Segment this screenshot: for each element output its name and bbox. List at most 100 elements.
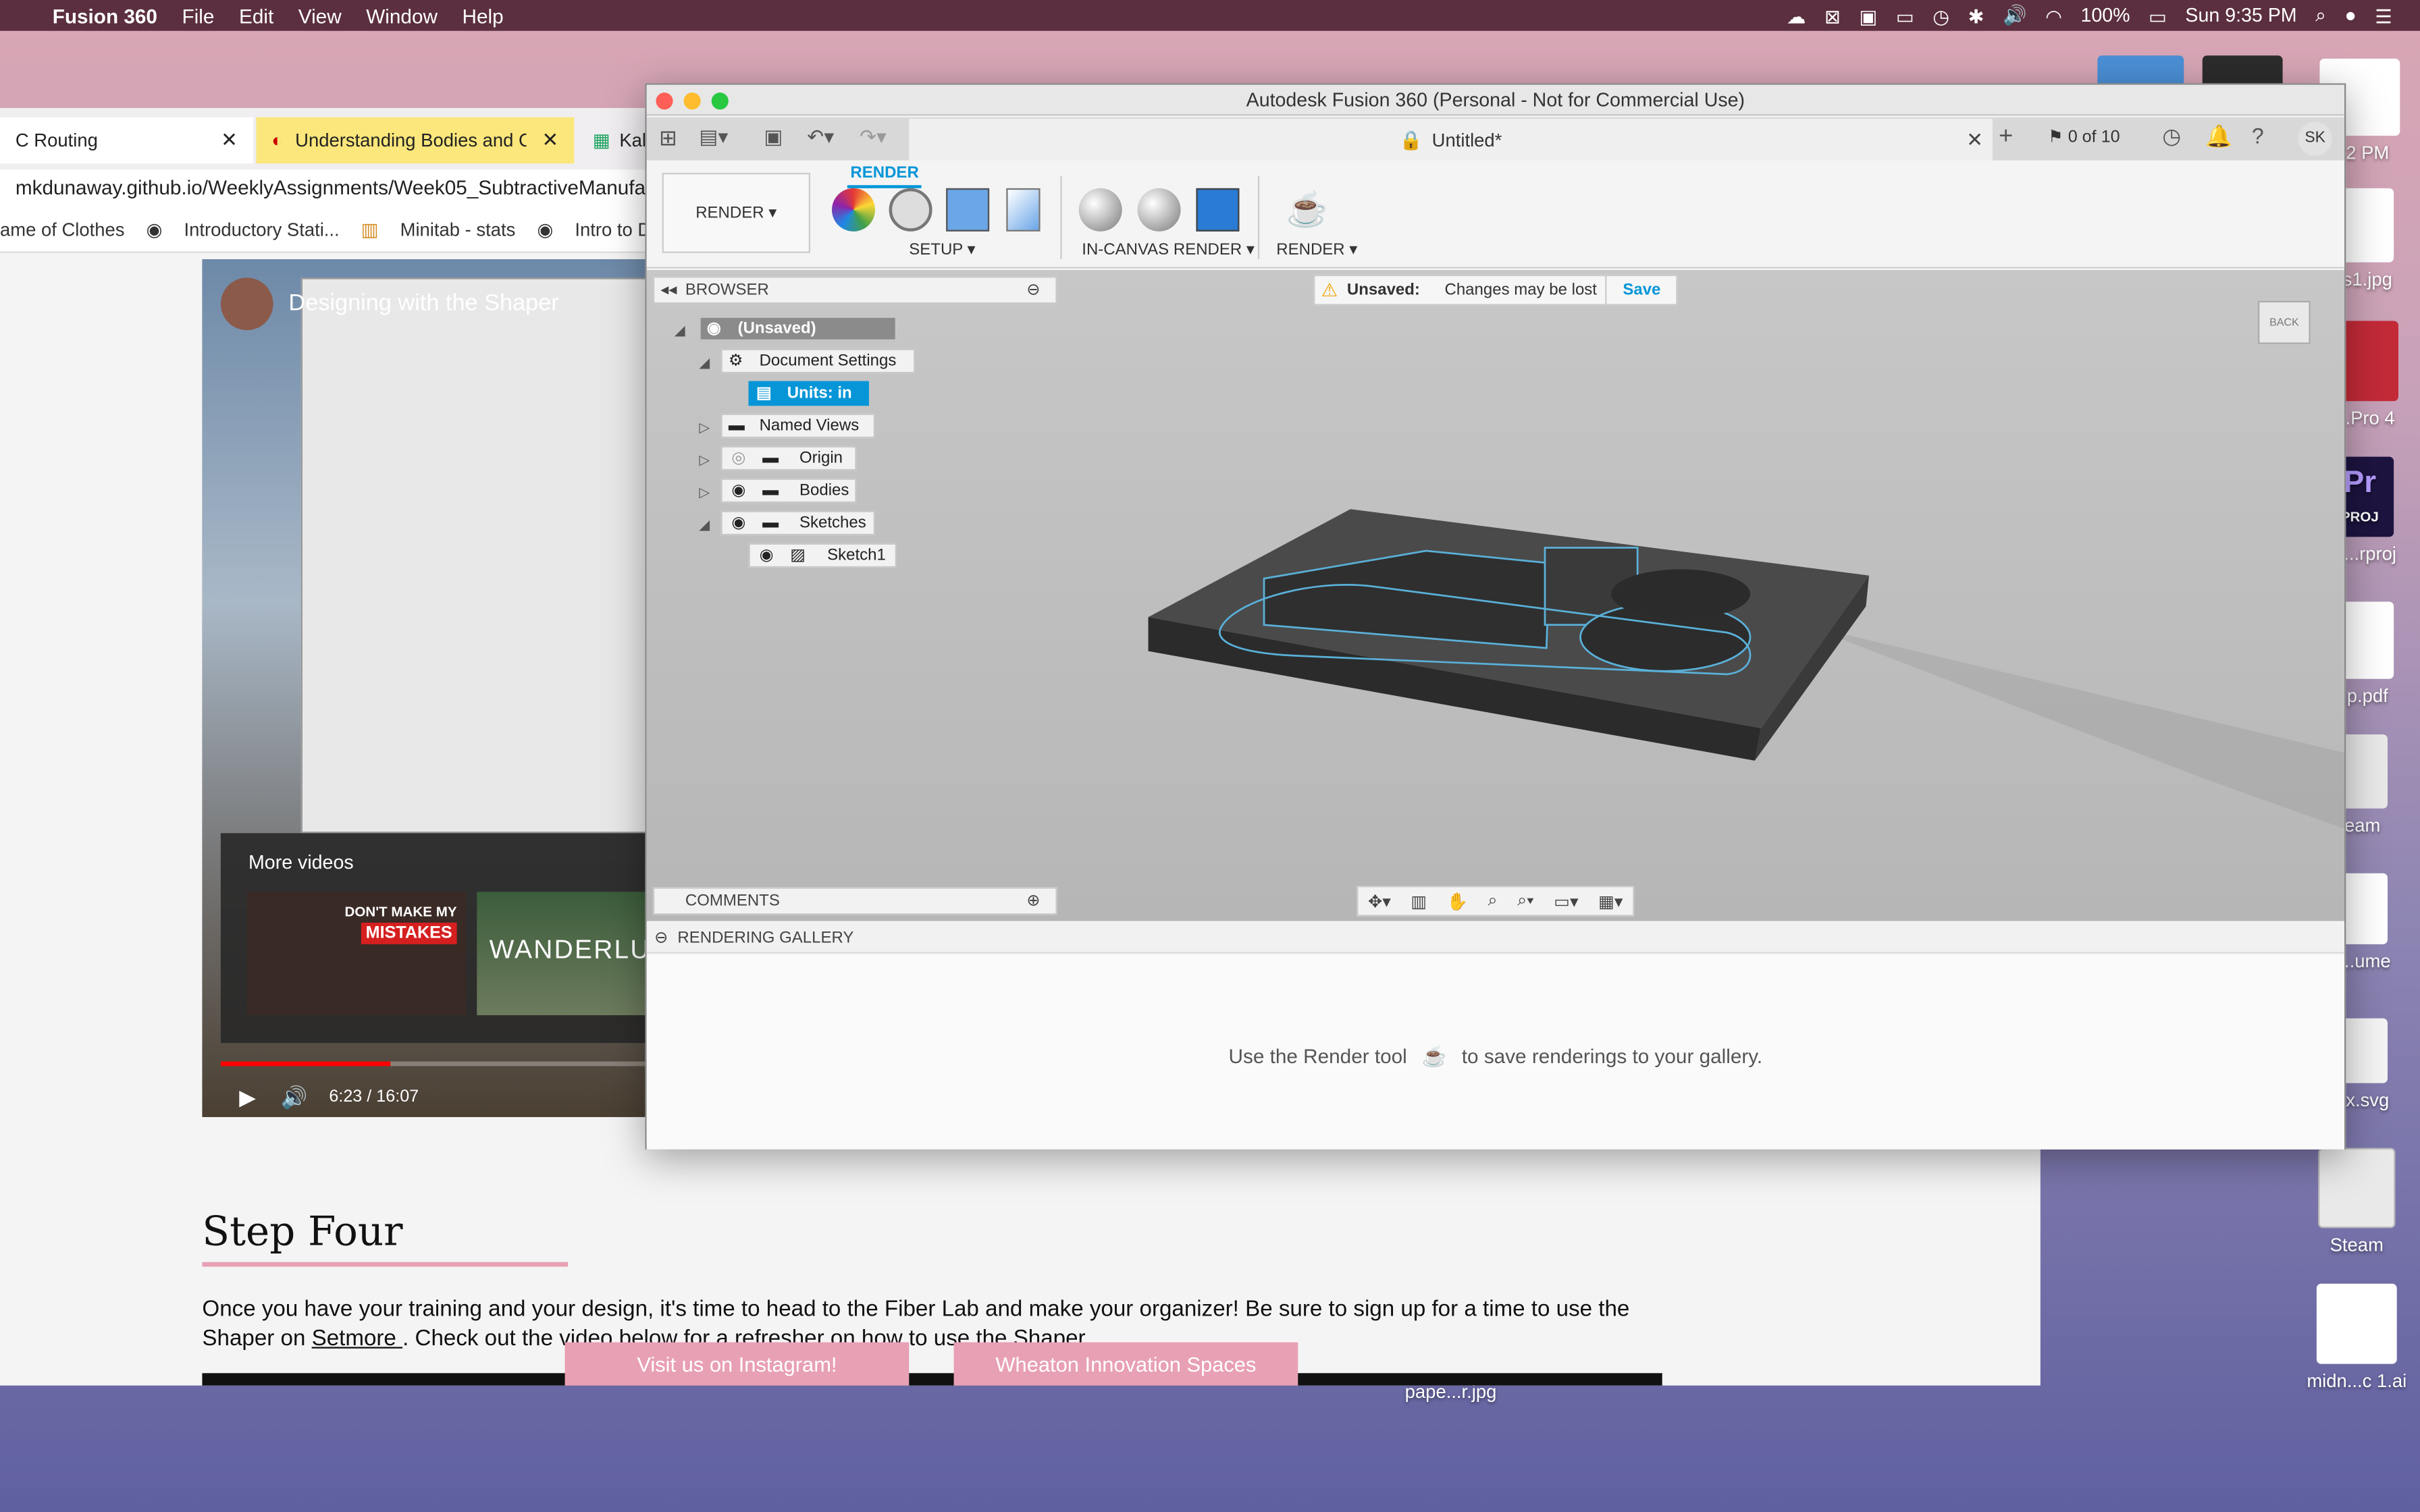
- instagram-button[interactable]: Visit us on Instagram!: [564, 1342, 910, 1386]
- clock[interactable]: Sun 9:35 PM: [2185, 5, 2296, 26]
- eye-icon[interactable]: ◉: [707, 318, 721, 340]
- tree-units[interactable]: ▤ Units: in: [748, 381, 869, 406]
- render-group[interactable]: RENDER ▾: [1276, 241, 1357, 259]
- file-menu-icon[interactable]: ▤▾: [699, 125, 728, 150]
- close-window-button[interactable]: [656, 92, 673, 110]
- control-center-icon[interactable]: ☰: [2375, 4, 2392, 27]
- workspace-switcher[interactable]: RENDER ▾: [662, 172, 810, 253]
- pan-icon[interactable]: ✋: [1447, 891, 1468, 911]
- display-settings-icon[interactable]: ▭▾: [1554, 891, 1578, 911]
- tree-sketch1[interactable]: ◉ ▨ Sketch1: [748, 543, 897, 568]
- eye-icon[interactable]: ◉: [731, 512, 745, 534]
- video-player[interactable]: Designing with the Shaper More videos DO…: [202, 259, 650, 1117]
- expanded-triangle-icon[interactable]: ◢: [699, 517, 710, 534]
- collapsed-triangle-icon[interactable]: ▷: [699, 452, 710, 469]
- zoom-window-button[interactable]: [711, 92, 729, 110]
- browser-panel-header[interactable]: ◂◂ BROWSER ⊖: [652, 276, 1057, 304]
- video-thumbnail-wanderlust[interactable]: WANDERLUST: [477, 892, 650, 1015]
- expanded-triangle-icon[interactable]: ◢: [675, 323, 685, 340]
- channel-avatar[interactable]: [220, 277, 273, 331]
- menu-app-name[interactable]: Fusion 360: [53, 4, 157, 27]
- time-machine-icon[interactable]: ◷: [1932, 4, 1949, 27]
- play-icon[interactable]: ▶: [239, 1084, 256, 1110]
- capture-image-icon[interactable]: [1196, 188, 1240, 232]
- video-title[interactable]: Designing with the Shaper: [288, 290, 558, 317]
- collapse-icon[interactable]: ◂◂: [660, 277, 677, 302]
- menu-help[interactable]: Help: [463, 4, 504, 27]
- tree-document-settings[interactable]: ⚙ Document Settings: [720, 348, 916, 374]
- airplay-icon[interactable]: ▭: [1896, 4, 1914, 27]
- tree-named-views[interactable]: ▬ Named Views: [720, 413, 875, 439]
- volume-icon[interactable]: 🔊: [2003, 4, 2027, 27]
- bluetooth-icon[interactable]: ✱: [1968, 4, 1984, 27]
- comments-panel-header[interactable]: COMMENTS ⊕: [652, 887, 1057, 915]
- collapsed-triangle-icon[interactable]: ▷: [699, 420, 710, 437]
- siri-icon[interactable]: ●: [2344, 5, 2356, 26]
- clock-icon[interactable]: ◷: [2162, 124, 2181, 150]
- view-cube-face[interactable]: BACK: [2257, 300, 2311, 344]
- menu-edit[interactable]: Edit: [239, 4, 273, 27]
- video-progress-bar[interactable]: [220, 1061, 650, 1066]
- bookmark-minitab[interactable]: Minitab - stats: [400, 218, 516, 240]
- spotlight-icon[interactable]: ⌕: [2315, 4, 2326, 27]
- bookmark-clothes[interactable]: ame of Clothes: [0, 218, 124, 240]
- tree-origin[interactable]: ◎ ▬ Origin: [720, 446, 857, 471]
- battery-icon[interactable]: ▭: [2149, 4, 2167, 27]
- wifi-icon[interactable]: ◠: [2045, 4, 2062, 27]
- minimize-window-button[interactable]: [683, 92, 701, 110]
- close-icon[interactable]: ✕: [1966, 128, 1983, 153]
- shield-icon[interactable]: ⊠: [1824, 4, 1841, 27]
- expanded-triangle-icon[interactable]: ◢: [699, 355, 710, 372]
- bookmark-stats[interactable]: Introductory Stati...: [184, 218, 339, 240]
- new-tab-icon[interactable]: +: [1999, 124, 2013, 151]
- close-icon[interactable]: ✕: [221, 128, 238, 153]
- in-canvas-settings-icon[interactable]: [1137, 188, 1181, 232]
- wheaton-button[interactable]: Wheaton Innovation Spaces: [953, 1342, 1298, 1386]
- tree-bodies[interactable]: ◉ ▬ Bodies: [720, 478, 857, 504]
- menu-window[interactable]: Window: [366, 4, 438, 27]
- desktop-drive-steam[interactable]: Steam: [2303, 1148, 2411, 1256]
- look-at-icon[interactable]: ▥: [1411, 891, 1427, 911]
- browser-tab-bodies[interactable]: ◐ Understanding Bodies and Com ✕: [256, 117, 575, 164]
- save-icon[interactable]: ▣: [764, 125, 783, 150]
- zoom-window-icon[interactable]: ⌕▾: [1517, 891, 1534, 911]
- scene-settings-icon[interactable]: [889, 188, 932, 232]
- user-avatar[interactable]: SK: [2298, 122, 2332, 156]
- tab-render[interactable]: RENDER: [847, 163, 922, 188]
- document-tab[interactable]: 🔒 Untitled* ✕: [909, 118, 1993, 161]
- browser-tab-sheets[interactable]: ▦ Kal: [577, 117, 654, 164]
- menu-file[interactable]: File: [182, 4, 215, 27]
- menu-view[interactable]: View: [298, 4, 342, 27]
- setup-group[interactable]: SETUP ▾: [909, 241, 975, 259]
- tree-root[interactable]: ◉ (Unsaved): [699, 316, 897, 342]
- redo-icon[interactable]: ↷▾: [860, 125, 887, 150]
- browser-tab-routing[interactable]: C Routing ✕: [0, 117, 253, 164]
- minus-icon[interactable]: ⊖: [1026, 277, 1040, 302]
- hidden-eye-icon[interactable]: ◎: [731, 448, 745, 469]
- undo-icon[interactable]: ↶▾: [807, 125, 834, 150]
- teapot-icon[interactable]: ☕: [1286, 188, 1329, 232]
- close-icon[interactable]: ✕: [542, 128, 558, 153]
- desktop-file-ai[interactable]: midn...c 1.ai: [2303, 1283, 2411, 1392]
- view-cube[interactable]: BACK: [2252, 286, 2320, 354]
- add-comment-icon[interactable]: ⊕: [1026, 889, 1040, 914]
- setmore-link[interactable]: Setmore: [312, 1327, 403, 1352]
- canvas-viewport[interactable]: ◂◂ BROWSER ⊖ ◢ ◉ (Unsaved) ◢ ⚙ Document …: [646, 269, 2344, 921]
- eye-icon[interactable]: ◉: [760, 545, 774, 566]
- video-thumbnail-mistakes[interactable]: DON'T MAKE MY MISTAKES: [246, 892, 467, 1015]
- collapsed-triangle-icon[interactable]: ▷: [699, 485, 710, 502]
- cloud-icon[interactable]: ☁: [1787, 4, 1806, 27]
- in-canvas-render-icon[interactable]: [1078, 188, 1122, 232]
- tree-sketches[interactable]: ◉ ▬ Sketches: [720, 510, 875, 536]
- eye-icon[interactable]: ◉: [731, 480, 745, 502]
- data-panel-icon[interactable]: ⊞: [659, 125, 677, 151]
- job-status[interactable]: ⚑ 0 of 10: [2048, 126, 2120, 146]
- appearance-icon[interactable]: [831, 188, 875, 232]
- display-icon[interactable]: ▣: [1859, 4, 1877, 27]
- volume-icon[interactable]: 🔊: [280, 1084, 307, 1110]
- rendering-gallery-header[interactable]: ⊖ RENDERING GALLERY: [646, 922, 2344, 954]
- in-canvas-render-group[interactable]: IN-CANVAS RENDER ▾: [1082, 241, 1255, 259]
- help-icon[interactable]: ?: [2252, 124, 2264, 148]
- collapse-icon[interactable]: ⊖: [654, 923, 668, 954]
- decal-icon[interactable]: [1006, 188, 1041, 232]
